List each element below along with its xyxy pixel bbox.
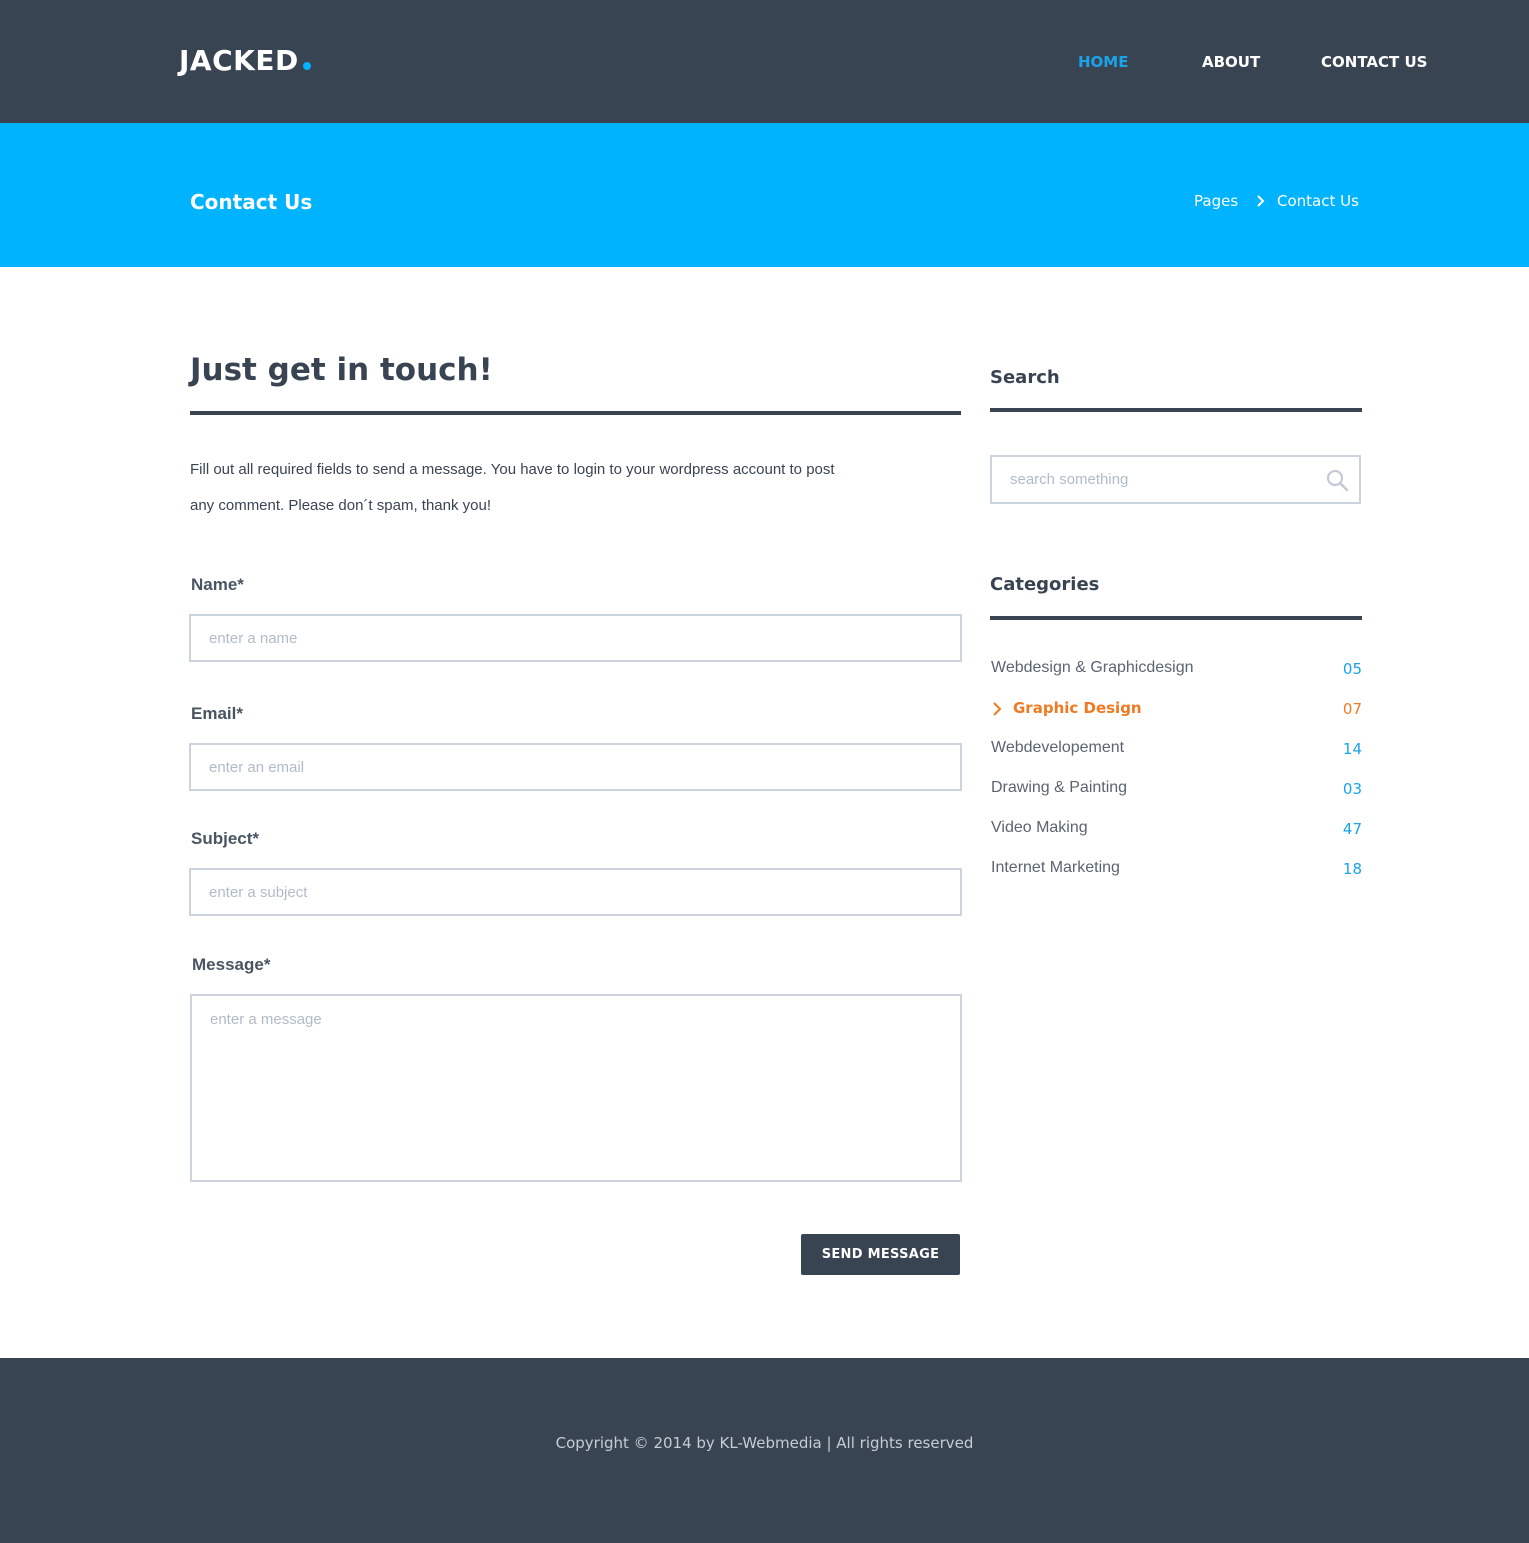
send-message-button[interactable]: SEND MESSAGE — [801, 1234, 960, 1275]
search-heading: Search — [990, 367, 1060, 388]
categories-divider — [990, 616, 1362, 620]
category-count: 03 — [1342, 780, 1362, 798]
category-item[interactable]: Drawing & Painting 03 — [990, 777, 1362, 801]
top-header: JACKED HOME ABOUT CONTACT US — [0, 0, 1529, 123]
category-item[interactable]: Internet Marketing 18 — [990, 857, 1362, 881]
category-item[interactable]: Webdesign & Graphicdesign 05 — [990, 657, 1362, 681]
category-item-active[interactable]: Graphic Design 07 — [990, 697, 1362, 721]
category-label: Video Making — [991, 819, 1088, 836]
logo-dot — [302, 62, 311, 70]
email-label: Email* — [191, 704, 243, 723]
categories-heading: Categories — [990, 574, 1100, 595]
category-label: Graphic Design — [1013, 699, 1142, 717]
nav-contact-link[interactable]: CONTACT US — [1321, 52, 1427, 72]
category-count: 07 — [1342, 700, 1362, 718]
breadcrumb-current: Contact Us — [1277, 192, 1359, 210]
name-label: Name* — [191, 575, 244, 594]
intro-text: Fill out all required fields to send a m… — [190, 452, 890, 524]
copyright-text: Copyright © 2014 by KL-Webmedia | All ri… — [555, 1434, 974, 1452]
heading-divider — [190, 411, 961, 415]
category-item[interactable]: Video Making 47 — [990, 817, 1362, 841]
email-input[interactable] — [189, 743, 962, 791]
message-textarea[interactable] — [190, 994, 962, 1182]
chevron-right-icon — [993, 702, 1002, 716]
nav-home-link[interactable]: HOME — [1078, 52, 1128, 72]
name-input[interactable] — [189, 614, 962, 662]
category-label: Webdevelopement — [991, 739, 1125, 756]
search-input[interactable] — [992, 457, 1312, 502]
logo-text: JACKED — [179, 44, 299, 77]
category-item[interactable]: Webdevelopement 14 — [990, 737, 1362, 761]
category-count: 47 — [1342, 820, 1362, 838]
search-box — [990, 455, 1361, 504]
intro-line-1: Fill out all required fields to send a m… — [190, 461, 835, 478]
chevron-right-icon — [1257, 195, 1265, 207]
search-divider — [990, 408, 1362, 412]
message-label: Message* — [192, 955, 271, 974]
category-count: 05 — [1342, 660, 1362, 678]
page-banner: Contact Us Pages Contact Us — [0, 123, 1529, 267]
main-heading: Just get in touch! — [190, 352, 493, 388]
intro-line-2: any comment. Please don´t spam, thank yo… — [190, 497, 491, 514]
breadcrumb-pages-link[interactable]: Pages — [1194, 191, 1238, 211]
category-count: 14 — [1342, 740, 1362, 758]
page-footer: Copyright © 2014 by KL-Webmedia | All ri… — [0, 1358, 1529, 1543]
category-count: 18 — [1342, 860, 1362, 878]
subject-label: Subject* — [191, 829, 260, 848]
search-icon[interactable] — [1325, 468, 1349, 492]
nav-about-link[interactable]: ABOUT — [1202, 52, 1260, 72]
subject-input[interactable] — [189, 868, 962, 916]
site-logo[interactable]: JACKED — [179, 44, 311, 78]
category-label: Internet Marketing — [991, 859, 1120, 876]
category-label: Drawing & Painting — [991, 779, 1128, 796]
page-title: Contact Us — [190, 190, 313, 214]
category-label: Webdesign & Graphicdesign — [991, 659, 1194, 676]
